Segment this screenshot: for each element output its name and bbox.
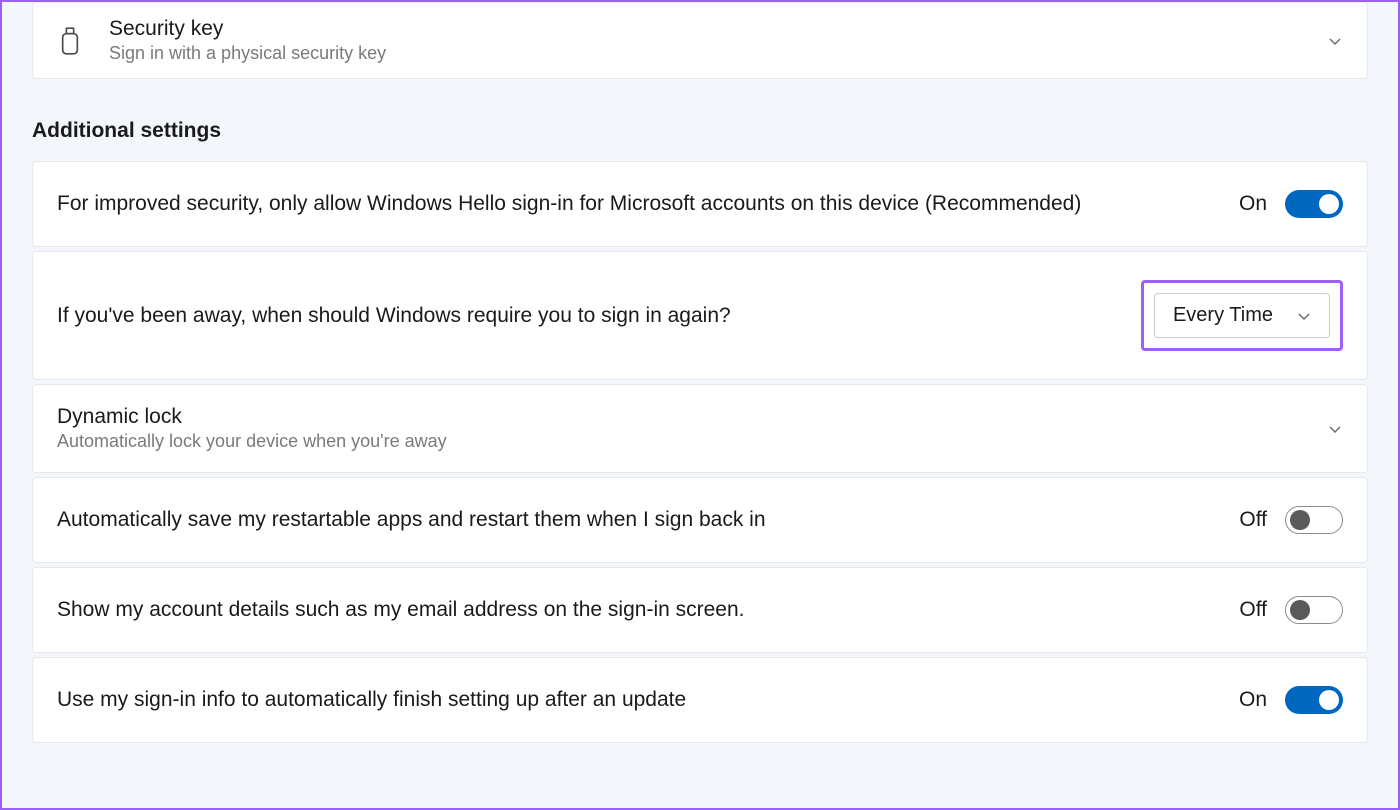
security-key-row[interactable]: Security key Sign in with a physical sec… [32,2,1368,79]
restartable-apps-controls: Off [1239,506,1343,534]
account-details-text: Show my account details such as my email… [57,598,745,622]
dynamic-lock-text: Dynamic lock Automatically lock your dev… [57,405,447,452]
toggle-knob [1290,510,1310,530]
usb-key-icon [57,23,83,59]
dynamic-lock-title: Dynamic lock [57,405,447,429]
dropdown-value: Every Time [1173,304,1273,327]
account-details-state-label: Off [1239,598,1267,622]
finish-setup-controls: On [1239,686,1343,714]
toggle-knob [1319,690,1339,710]
account-details-controls: Off [1239,596,1343,624]
hello-signin-toggle[interactable] [1285,190,1343,218]
chevron-down-icon [1297,309,1311,323]
hello-signin-text: For improved security, only allow Window… [57,192,1081,216]
security-key-left: Security key Sign in with a physical sec… [57,17,1327,64]
restartable-apps-row: Automatically save my restartable apps a… [32,477,1368,563]
restartable-apps-toggle[interactable] [1285,506,1343,534]
security-key-subtitle: Sign in with a physical security key [109,43,386,64]
chevron-down-icon [1327,421,1343,437]
hello-signin-state-label: On [1239,192,1267,216]
toggle-knob [1319,194,1339,214]
additional-settings-heading: Additional settings [32,119,1368,143]
restartable-apps-state-label: Off [1239,508,1267,532]
require-signin-row: If you've been away, when should Windows… [32,251,1368,380]
hello-signin-row: For improved security, only allow Window… [32,161,1368,247]
security-key-title: Security key [109,17,386,41]
dropdown-highlight: Every Time [1141,280,1343,351]
finish-setup-text: Use my sign-in info to automatically fin… [57,688,686,712]
dynamic-lock-row[interactable]: Dynamic lock Automatically lock your dev… [32,384,1368,473]
finish-setup-toggle[interactable] [1285,686,1343,714]
toggle-knob [1290,600,1310,620]
chevron-down-icon [1327,33,1343,49]
security-key-text: Security key Sign in with a physical sec… [109,17,386,64]
account-details-toggle[interactable] [1285,596,1343,624]
hello-signin-controls: On [1239,190,1343,218]
require-signin-text: If you've been away, when should Windows… [57,304,731,328]
dynamic-lock-subtitle: Automatically lock your device when you'… [57,431,447,452]
restartable-apps-text: Automatically save my restartable apps a… [57,508,766,532]
finish-setup-state-label: On [1239,688,1267,712]
require-signin-dropdown[interactable]: Every Time [1154,293,1330,338]
account-details-row: Show my account details such as my email… [32,567,1368,653]
finish-setup-row: Use my sign-in info to automatically fin… [32,657,1368,743]
